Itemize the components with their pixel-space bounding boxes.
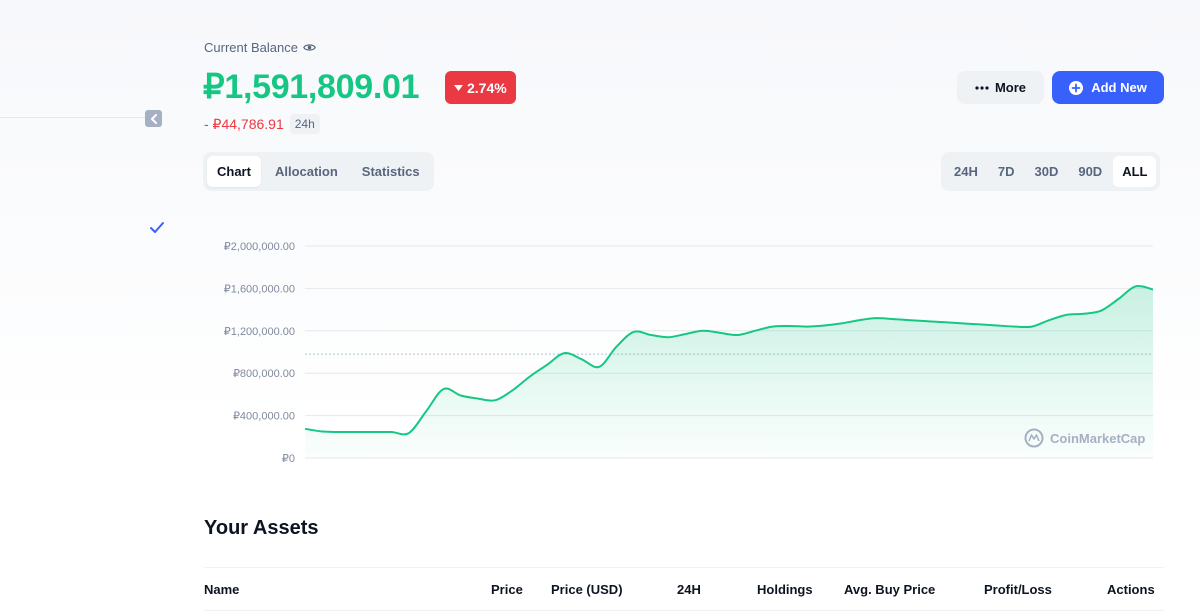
col-holdings[interactable]: Holdings: [757, 582, 813, 597]
col-price[interactable]: Price: [491, 582, 523, 597]
tab-chart[interactable]: Chart: [207, 156, 261, 187]
period-tag: 24h: [289, 114, 320, 134]
balance-chart: ₽2,000,000.00 ₽1,600,000.00 ₽1,200,000.00 ₽…: [200, 230, 1165, 475]
plus-circle-icon: [1069, 80, 1084, 95]
balance-chart-svg: ₽2,000,000.00 ₽1,600,000.00 ₽1,200,000.00 ₽…: [224, 241, 1154, 465]
checkmark-icon: [150, 222, 164, 233]
range-30d[interactable]: 30D: [1025, 156, 1067, 187]
y-tick-label: ₽2,000,000.00: [224, 241, 295, 253]
balance-label-row: Current Balance: [204, 40, 316, 55]
assets-header-divider: [204, 610, 1164, 611]
range-7d[interactable]: 7D: [989, 156, 1024, 187]
change-amount: - ₽44,786.91: [204, 115, 284, 132]
portfolio-page: Current Balance ₽1,591,809.01 2.74% - ₽4…: [0, 0, 1200, 615]
y-tick-label: ₽0: [282, 453, 295, 465]
range-all[interactable]: ALL: [1113, 156, 1157, 187]
col-avg-buy-price[interactable]: Avg. Buy Price: [844, 582, 935, 597]
sidebar-divider: [0, 117, 146, 118]
tab-allocation[interactable]: Allocation: [265, 156, 348, 187]
col-profit-loss[interactable]: Profit/Loss: [984, 582, 1052, 597]
range-tabs: 24H 7D 30D 90D ALL: [941, 152, 1161, 191]
chevron-left-icon: [150, 113, 157, 124]
more-button[interactable]: More: [957, 71, 1044, 104]
change-percent-badge: 2.74%: [445, 71, 516, 104]
add-new-button[interactable]: Add New: [1052, 71, 1164, 104]
col-price-usd[interactable]: Price (USD): [551, 582, 623, 597]
tab-statistics[interactable]: Statistics: [352, 156, 430, 187]
y-tick-label: ₽800,000.00: [233, 368, 295, 380]
collapse-sidebar-button[interactable]: [145, 110, 162, 127]
more-label: More: [994, 80, 1027, 95]
change-percent: 2.74%: [467, 79, 507, 96]
col-24h[interactable]: 24H: [677, 582, 701, 597]
more-dots-icon: [975, 85, 989, 90]
range-90d[interactable]: 90D: [1069, 156, 1111, 187]
col-actions: Actions: [1107, 582, 1155, 597]
assets-title: Your Assets: [204, 517, 319, 539]
balance-value: ₽1,591,809.01: [203, 68, 420, 106]
y-tick-label: ₽1,200,000.00: [224, 326, 295, 338]
y-tick-label: ₽400,000.00: [233, 411, 295, 423]
assets-divider: [204, 567, 1164, 568]
caret-down-icon: [454, 84, 463, 91]
balance-label: Current Balance: [204, 40, 298, 55]
eye-icon[interactable]: [303, 43, 316, 52]
range-24h[interactable]: 24H: [945, 156, 987, 187]
chart-area-fill: [305, 285, 1153, 458]
col-name[interactable]: Name: [204, 582, 239, 597]
view-tabs: Chart Allocation Statistics: [203, 152, 434, 191]
y-tick-label: ₽1,600,000.00: [224, 283, 295, 295]
change-row: - ₽44,786.91 24h: [204, 114, 320, 134]
add-new-label: Add New: [1091, 80, 1147, 95]
watermark-text: CoinMarketCap: [1050, 431, 1145, 446]
